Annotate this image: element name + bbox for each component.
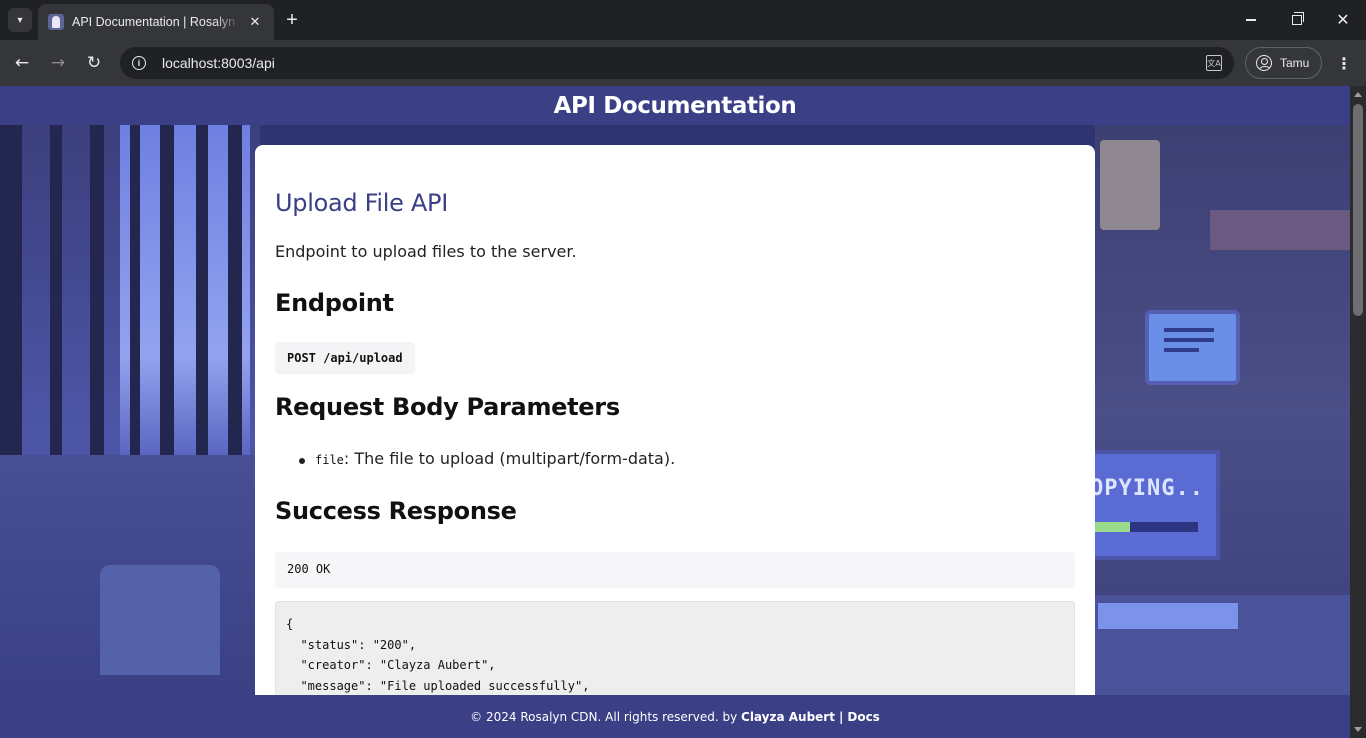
browser-tab[interactable]: API Documentation | Rosalyn CDN ✕ (38, 4, 274, 40)
browser-tab-strip: ▾ API Documentation | Rosalyn CDN ✕ + ✕ (0, 0, 1366, 40)
kebab-menu-icon[interactable]: ⋮ (1334, 51, 1354, 75)
restore-icon (1292, 12, 1304, 25)
profile-button[interactable]: Tamu (1245, 47, 1322, 79)
footer-docs-link[interactable]: Docs (847, 710, 879, 724)
url-text[interactable]: localhost:8003/api (162, 55, 275, 71)
close-window-icon: ✕ (1336, 12, 1350, 29)
api-description: Endpoint to upload files to the server. (275, 242, 577, 261)
favicon-icon (48, 14, 64, 30)
chevron-down-icon[interactable]: ▾ (8, 8, 32, 32)
minimize-icon (1246, 19, 1256, 21)
success-heading: Success Response (275, 497, 517, 525)
page-title: API Documentation (553, 92, 797, 119)
arrow-left-icon[interactable]: ← (10, 51, 34, 75)
scroll-up-icon[interactable] (1354, 92, 1362, 97)
list-item: file : The file to upload (multipart/for… (299, 449, 675, 468)
background-board (1100, 140, 1160, 230)
reload-icon[interactable]: ↻ (82, 51, 106, 75)
arrow-right-icon[interactable]: → (46, 51, 70, 75)
status-code-block: 200 OK (275, 552, 1075, 588)
address-bar[interactable]: i localhost:8003/api 文A (120, 47, 1234, 79)
scroll-down-icon[interactable] (1354, 727, 1362, 732)
person-icon (1256, 55, 1272, 71)
site-header: API Documentation (0, 86, 1350, 125)
tab-title: API Documentation | Rosalyn CDN (72, 15, 240, 29)
browser-toolbar: ← → ↻ i localhost:8003/api 文A Tamu ⋮ (0, 40, 1366, 86)
footer-separator: | (838, 709, 844, 724)
site-footer: © 2024 Rosalyn CDN. All rights reserved.… (0, 695, 1350, 738)
close-icon[interactable]: ✕ (246, 13, 264, 31)
params-heading: Request Body Parameters (275, 393, 620, 421)
profile-name: Tamu (1280, 56, 1310, 70)
param-description: : The file to upload (multipart/form-dat… (343, 449, 676, 468)
endpoint-heading: Endpoint (275, 289, 394, 317)
background-monitor (1145, 310, 1240, 385)
background-monitor-large: OPYING.. (1090, 450, 1220, 560)
monitor-text: OPYING.. (1090, 476, 1204, 501)
param-name: file (315, 453, 344, 467)
background-keyboard (1098, 603, 1238, 629)
plus-icon[interactable]: + (280, 8, 304, 32)
page-scrollbar[interactable] (1350, 86, 1366, 738)
endpoint-code: POST /api/upload (275, 342, 415, 374)
footer-author-link[interactable]: Clayza Aubert (741, 710, 835, 724)
api-title: Upload File API (275, 189, 448, 217)
translate-icon[interactable]: 文A (1206, 55, 1222, 71)
restore-button[interactable] (1274, 0, 1320, 40)
footer-copyright: © 2024 Rosalyn CDN. All rights reserved.… (470, 709, 738, 724)
background-shelf (1210, 210, 1350, 250)
close-window-button[interactable]: ✕ (1320, 0, 1366, 40)
page-viewport: OPYING.. API Documentation Upload File A… (0, 86, 1350, 738)
minimize-button[interactable] (1228, 0, 1274, 40)
documentation-card: Upload File API Endpoint to upload files… (255, 145, 1095, 738)
background-lamp (100, 565, 220, 675)
scrollbar-thumb[interactable] (1353, 104, 1363, 316)
info-icon[interactable]: i (132, 56, 146, 70)
